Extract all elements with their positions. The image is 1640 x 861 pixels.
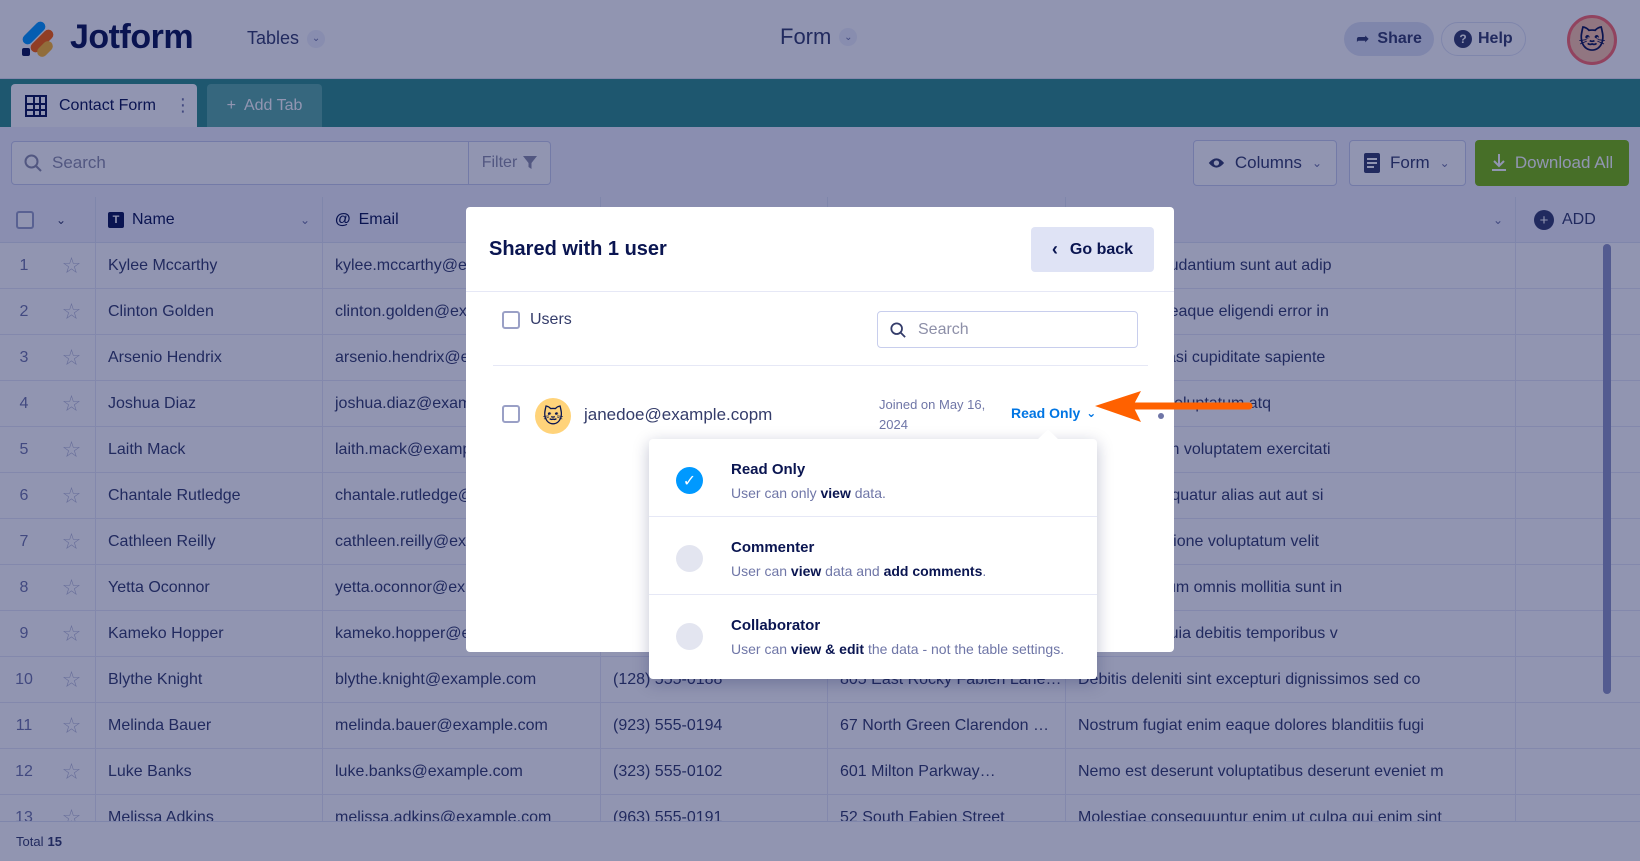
modal-search-input[interactable]: Search: [877, 311, 1138, 348]
joined-date: Joined on May 16, 2024: [879, 397, 986, 432]
radio-icon: [676, 545, 703, 572]
option-title: Read Only: [731, 461, 806, 478]
option-title: Commenter: [731, 539, 815, 556]
go-back-label: Go back: [1069, 240, 1134, 258]
modal-search-placeholder: Search: [918, 320, 969, 338]
option-description: User can only view data.: [731, 485, 886, 501]
users-select-all[interactable]: Users: [502, 311, 572, 329]
shared-user-row: 🐱 janedoe@example.copm Joined on May 16,…: [502, 391, 1164, 435]
users-label: Users: [530, 311, 572, 328]
chevron-left-icon: ‹: [1051, 239, 1058, 259]
role-option-read-only[interactable]: ✓ Read Only User can only view data.: [649, 439, 1097, 517]
option-description: User can view data and add comments.: [731, 563, 987, 579]
search-icon: [890, 321, 906, 338]
role-select[interactable]: Read Only ⌄: [1011, 405, 1096, 421]
role-label: Read Only: [1011, 405, 1081, 421]
radio-icon: [676, 623, 703, 650]
option-description: User can view & edit the data - not the …: [731, 641, 1065, 657]
modal-header: Shared with 1 user ‹ Go back: [466, 207, 1174, 292]
user-avatar: 🐱: [535, 398, 571, 434]
role-dropdown: ✓ Read Only User can only view data. Com…: [649, 429, 1097, 679]
user-checkbox[interactable]: [502, 405, 520, 423]
annotation-arrow-icon: [1095, 391, 1253, 422]
go-back-button[interactable]: ‹ Go back: [1031, 227, 1154, 272]
divider: [493, 365, 1148, 366]
check-icon: ✓: [676, 467, 703, 494]
role-option-commenter[interactable]: Commenter User can view data and add com…: [649, 517, 1097, 595]
role-option-collaborator[interactable]: Collaborator User can view & edit the da…: [649, 595, 1097, 673]
option-title: Collaborator: [731, 617, 821, 634]
modal-title: Shared with 1 user: [489, 238, 667, 260]
users-checkbox[interactable]: [502, 311, 520, 329]
user-email: janedoe@example.copm: [584, 405, 773, 424]
